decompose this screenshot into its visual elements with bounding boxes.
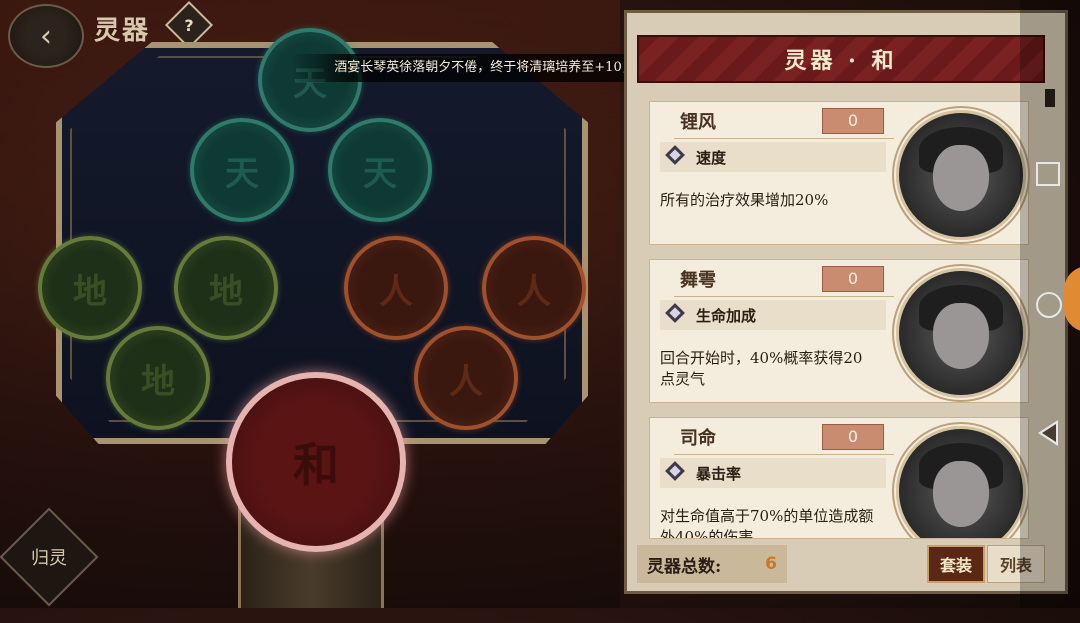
square-icon[interactable] (1036, 162, 1060, 186)
card-level: 0 (822, 108, 884, 134)
divider (674, 296, 894, 297)
spirit-card-3[interactable]: 司命 0 暴击率 对生命值高于70%的单位造成额外40%的伤害 (649, 417, 1029, 539)
attr-label: 暴击率 (696, 465, 742, 483)
attr-row: 生命加成 (660, 300, 886, 330)
back-arrow-icon: ‹ (40, 18, 52, 54)
ren-node-inner[interactable]: 人 (344, 236, 448, 340)
spirit-panel: 灵器 · 和 锂风 0 速度 所有的治疗效果增加20% 舞雩 0 生命加成 回合… (624, 10, 1068, 594)
panel-header: 灵器 · 和 (637, 35, 1045, 83)
circle-icon[interactable] (1036, 292, 1062, 318)
card-name: 舞雩 (680, 270, 716, 291)
help-icon: ? (184, 15, 194, 35)
attr-row: 暴击率 (660, 458, 886, 488)
character-portrait (896, 110, 1026, 240)
di-node-outer[interactable]: 地 (38, 236, 142, 340)
card-desc: 对生命值高于70%的单位造成额外40%的伤害 (660, 507, 874, 539)
back-button[interactable]: ‹ (8, 4, 84, 68)
ren-node-outer[interactable]: 人 (482, 236, 586, 340)
suit-tab-button[interactable]: 套装 (927, 545, 985, 583)
di-node-bottom[interactable]: 地 (106, 326, 210, 430)
di-node-inner[interactable]: 地 (174, 236, 278, 340)
divider (674, 138, 894, 139)
he-center-node[interactable]: 和 (226, 372, 406, 552)
triangle-back-icon[interactable] (1038, 420, 1058, 446)
character-portrait (896, 426, 1026, 538)
divider (674, 454, 894, 455)
character-portrait (896, 268, 1026, 398)
total-count-box: 灵器总数: 6 (637, 545, 787, 583)
card-level: 0 (822, 266, 884, 292)
spirit-card-1[interactable]: 锂风 0 速度 所有的治疗效果增加20% (649, 101, 1029, 245)
card-name: 锂风 (680, 112, 716, 133)
portrait-face (933, 303, 989, 369)
portrait-face (933, 145, 989, 211)
attr-label: 生命加成 (696, 307, 757, 325)
attr-row: 速度 (660, 142, 886, 172)
card-name: 司命 (680, 428, 716, 449)
ren-node-bottom[interactable]: 人 (414, 326, 518, 430)
card-desc: 所有的治疗效果增加20% (660, 191, 829, 209)
attr-label: 速度 (696, 149, 727, 167)
card-level: 0 (822, 424, 884, 450)
page-title: 灵器 (94, 16, 151, 46)
guiling-label: 归灵 (31, 548, 67, 569)
speed-attr-icon (665, 145, 685, 165)
panel-title: 灵器 · 和 (784, 48, 898, 74)
total-label: 灵器总数: (647, 556, 722, 577)
hp-attr-icon (665, 303, 685, 323)
spirit-card-2[interactable]: 舞雩 0 生命加成 回合开始时，40%概率获得20点灵气 (649, 259, 1029, 403)
tian-node-left[interactable]: 天 (190, 118, 294, 222)
total-value: 6 (765, 554, 777, 574)
tian-node-right[interactable]: 天 (328, 118, 432, 222)
card-desc: 回合开始时，40%概率获得20点灵气 (660, 349, 863, 388)
crit-attr-icon (665, 461, 685, 481)
portrait-face (933, 461, 989, 527)
